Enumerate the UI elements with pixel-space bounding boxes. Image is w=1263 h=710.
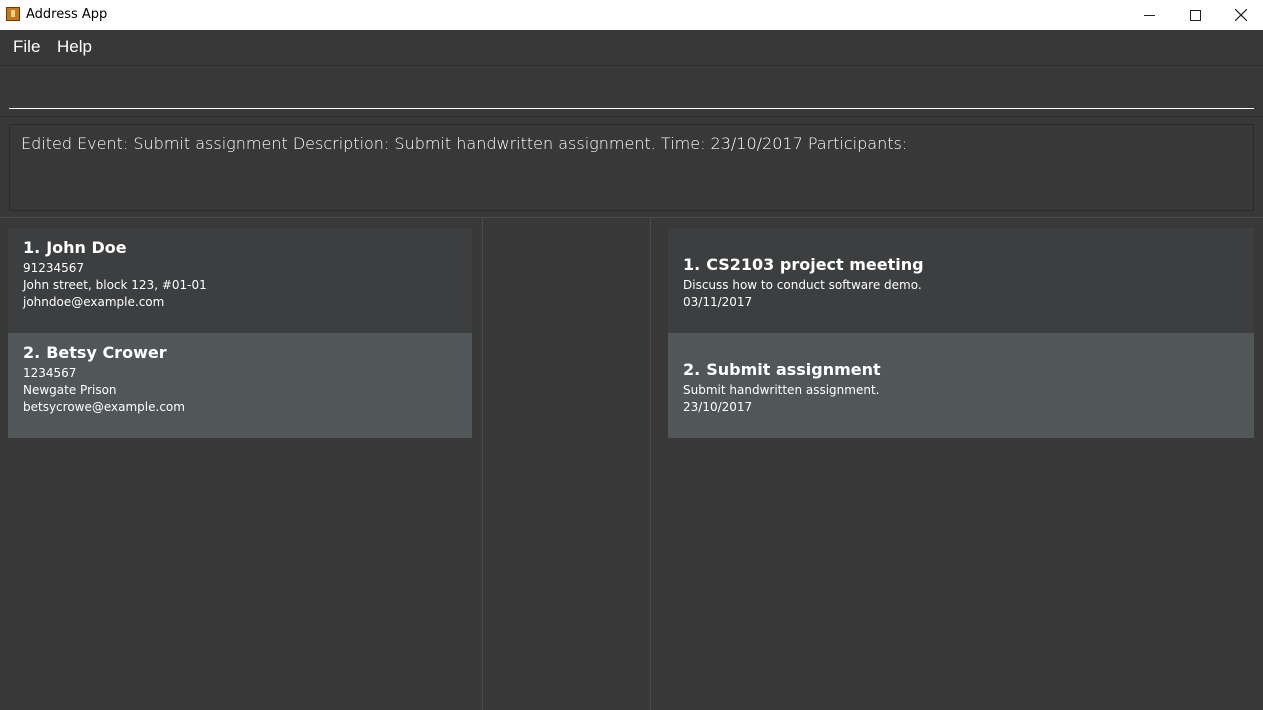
result-text: Edited Event: Submit assignment Descript… <box>21 134 908 153</box>
minimize-icon <box>1143 14 1155 16</box>
maximize-button[interactable] <box>1172 0 1218 30</box>
command-box <box>0 66 1263 117</box>
person-address: John street, block 123, #01-01 <box>23 278 207 292</box>
person-address: Newgate Prison <box>23 383 117 397</box>
menu-file[interactable]: File <box>13 37 40 57</box>
event-description: Discuss how to conduct software demo. <box>683 278 922 292</box>
close-button[interactable] <box>1218 0 1263 30</box>
maximize-icon <box>1189 9 1201 21</box>
person-email: betsycrowe@example.com <box>23 400 185 414</box>
event-card[interactable]: 1. CS2103 project meeting Discuss how to … <box>668 228 1254 333</box>
result-display: Edited Event: Submit assignment Descript… <box>9 124 1254 211</box>
person-name-line: 1. John Doe <box>23 238 127 257</box>
app-icon <box>6 7 20 21</box>
person-phone: 91234567 <box>23 261 85 275</box>
event-title-line: 1. CS2103 project meeting <box>683 255 924 274</box>
event-card[interactable]: 2. Submit assignment Submit handwritten a… <box>668 333 1254 438</box>
person-index: 2. <box>23 343 41 362</box>
menu-help[interactable]: Help <box>57 37 92 57</box>
window-title: Address App <box>26 7 108 22</box>
person-email: johndoe@example.com <box>23 295 165 309</box>
person-index: 1. <box>23 238 41 257</box>
window-titlebar: Address App <box>0 0 1263 30</box>
panel-divider-horizontal <box>0 217 1263 218</box>
event-title: CS2103 project meeting <box>706 255 924 274</box>
event-description: Submit handwritten assignment. <box>683 383 880 397</box>
panel-divider-left[interactable] <box>482 218 483 710</box>
command-input[interactable] <box>9 76 1254 109</box>
person-name: John Doe <box>46 238 127 257</box>
person-phone: 1234567 <box>23 366 77 380</box>
event-index: 1. <box>683 255 701 274</box>
close-icon <box>1235 9 1247 21</box>
person-card[interactable]: 2. Betsy Crower 1234567 Newgate Prison be… <box>8 333 472 438</box>
panel-divider-right[interactable] <box>650 218 651 710</box>
event-index: 2. <box>683 360 701 379</box>
person-name-line: 2. Betsy Crower <box>23 343 167 362</box>
event-title: Submit assignment <box>706 360 881 379</box>
event-date: 23/10/2017 <box>683 400 753 414</box>
event-title-line: 2. Submit assignment <box>683 360 881 379</box>
minimize-button[interactable] <box>1126 0 1172 30</box>
event-date: 03/11/2017 <box>683 295 753 309</box>
person-name: Betsy Crower <box>46 343 167 362</box>
menu-bar: File Help <box>0 30 1263 66</box>
person-card[interactable]: 1. John Doe 91234567 John street, block 1… <box>8 228 472 333</box>
